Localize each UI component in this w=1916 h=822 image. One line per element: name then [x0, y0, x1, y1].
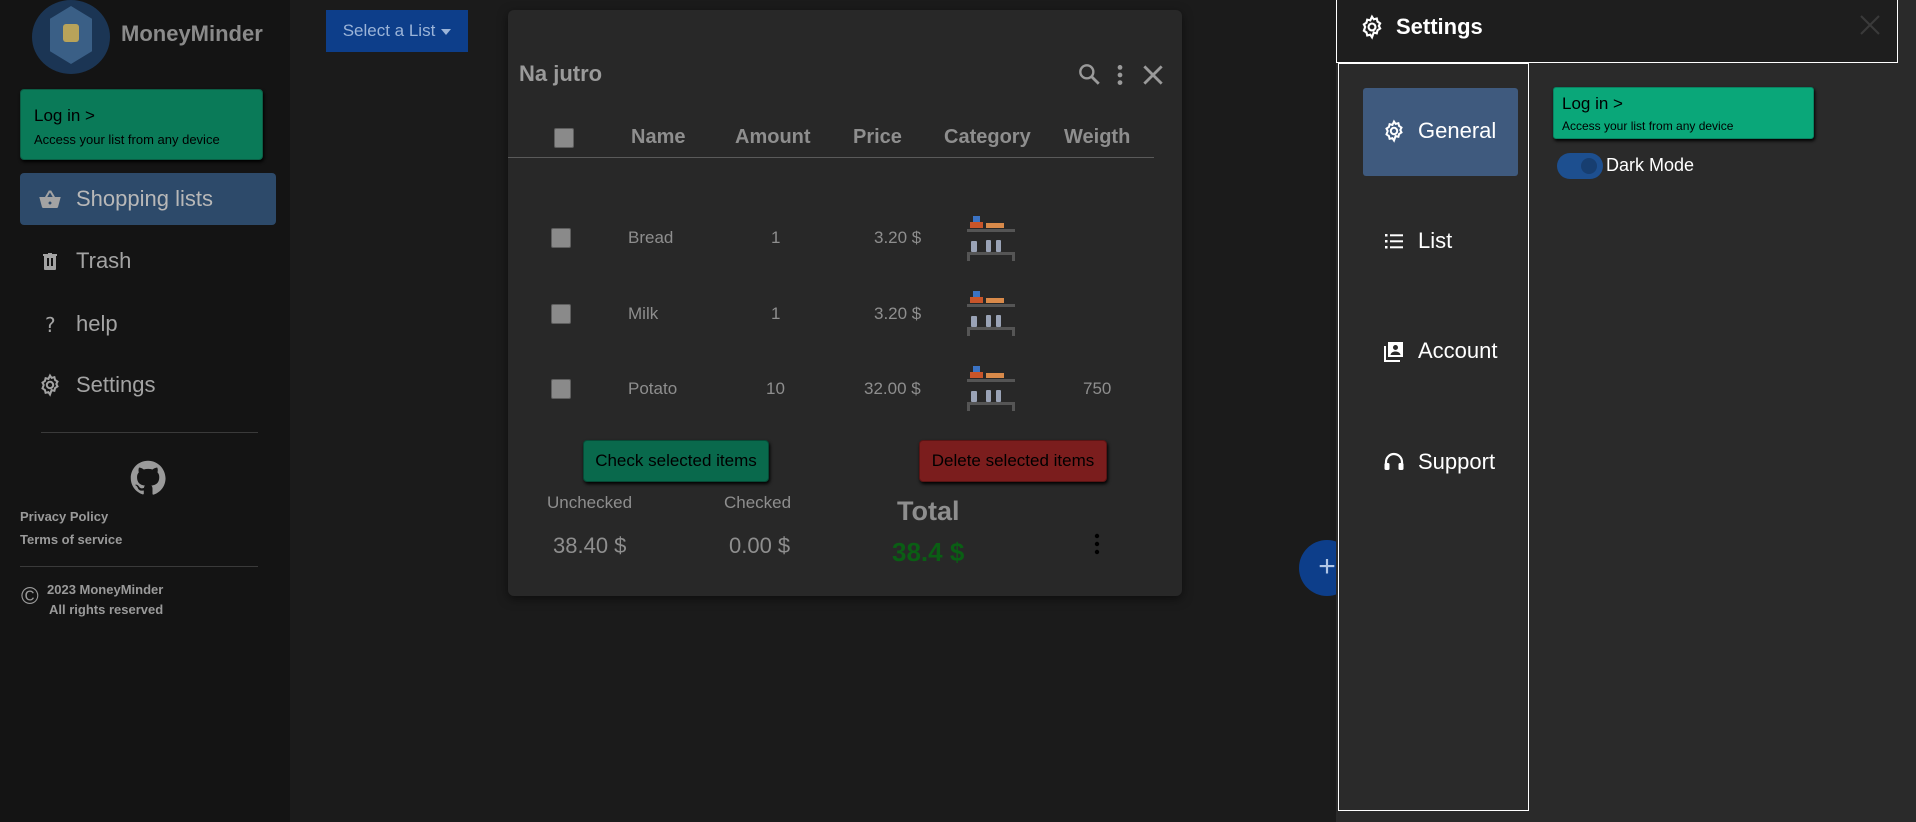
item-amount: 10 [766, 379, 785, 398]
app-title: MoneyMinder [121, 21, 263, 46]
sidebar-item-label: Trash [76, 248, 132, 273]
select-all-checkbox[interactable] [554, 128, 574, 148]
check-selected-button[interactable]: Check selected items [583, 440, 769, 482]
sidebar-item-trash[interactable]: Trash [20, 235, 276, 287]
row-checkbox[interactable] [551, 304, 571, 324]
login-title: Log in > [34, 106, 95, 125]
unchecked-label: Unchecked [547, 493, 633, 512]
total-value: 38.4 $ [892, 537, 965, 567]
item-name[interactable]: Milk [628, 304, 658, 324]
svg-text:?: ? [45, 313, 56, 336]
login-title: Log in > [1562, 94, 1623, 113]
unchecked-value: 38.40 $ [553, 533, 627, 558]
gear-icon [41, 373, 59, 397]
item-price: 32.00 $ [864, 379, 921, 398]
login-subtitle: Access your list from any device [1562, 119, 1734, 133]
grocery-shelf-icon [967, 366, 1015, 411]
total-label: Total [897, 496, 960, 526]
settings-tab-list[interactable]: List [1363, 198, 1518, 286]
close-icon[interactable] [1140, 62, 1166, 88]
item-amount: 1 [771, 228, 781, 247]
settings-tab-label: General [1418, 118, 1497, 143]
sidebar-item-settings[interactable]: Settings [20, 359, 276, 411]
sidebar-item-help[interactable]: ? help [20, 298, 276, 350]
item-price: 3.20 $ [874, 304, 922, 323]
login-subtitle: Access your list from any device [34, 132, 220, 147]
column-header-category[interactable]: Category [944, 126, 1031, 149]
search-icon[interactable] [1076, 61, 1102, 87]
caret-down-icon [441, 29, 452, 35]
copyright-line-2: All rights reserved [49, 602, 164, 617]
sidebar-divider [41, 432, 258, 433]
gear-icon [1385, 119, 1403, 143]
item-weight: 750 [1083, 379, 1112, 398]
settings-tab-account[interactable]: Account [1363, 308, 1518, 396]
checked-label: Checked [724, 493, 792, 512]
dark-mode-toggle[interactable] [1557, 153, 1603, 179]
app-logo [32, 0, 110, 74]
row-checkbox[interactable] [551, 379, 571, 399]
header-divider [508, 157, 1154, 158]
sidebar-item-label: Settings [76, 372, 156, 397]
column-header-weight[interactable]: Weigth [1064, 126, 1130, 149]
terms-of-service-link[interactable]: Terms of service [20, 532, 122, 547]
shopping-list-card: Na jutro Name Amount Price Category Weig… [508, 10, 1182, 596]
select-list-label: Select a List [342, 21, 436, 40]
more-vert-icon[interactable] [1092, 532, 1102, 556]
column-header-name[interactable]: Name [631, 126, 685, 149]
headset-icon [1384, 452, 1404, 470]
basket-icon [39, 190, 61, 208]
grocery-shelf-icon [967, 216, 1015, 261]
settings-tab-label: List [1418, 228, 1453, 253]
sidebar-item-label: help [76, 311, 118, 336]
copyright-line-1: 2023 MoneyMinder [47, 582, 164, 597]
dark-mode-label: Dark Mode [1606, 155, 1695, 175]
more-vert-icon[interactable] [1113, 62, 1127, 88]
settings-tab-label: Account [1418, 338, 1498, 363]
delete-selected-button[interactable]: Delete selected items [919, 440, 1107, 482]
list-title: Na jutro [519, 61, 603, 86]
list-icon [1385, 234, 1403, 249]
question-icon: ? [45, 313, 56, 336]
account-box-icon [1384, 342, 1403, 362]
row-checkbox[interactable] [551, 228, 571, 248]
column-header-price[interactable]: Price [853, 126, 902, 149]
trash-icon [43, 253, 57, 270]
settings-header: Settings [1336, 0, 1898, 63]
settings-login-card[interactable]: Log in > Access your list from any devic… [1553, 87, 1814, 139]
sidebar-divider [20, 566, 258, 567]
copyright-icon: © [21, 583, 39, 610]
item-price: 3.20 $ [874, 228, 922, 247]
close-icon[interactable] [1858, 13, 1882, 37]
sidebar-item-shopping-lists[interactable]: Shopping lists [20, 173, 276, 225]
settings-tab-support[interactable]: Support [1363, 419, 1518, 507]
settings-title: Settings [1396, 14, 1483, 39]
checked-value: 0.00 $ [729, 533, 791, 558]
sidebar: MoneyMinder Log in > Access your list fr… [0, 0, 290, 822]
column-header-amount[interactable]: Amount [735, 126, 811, 149]
grocery-shelf-icon [967, 291, 1015, 336]
github-icon[interactable] [130, 460, 166, 496]
settings-tab-general[interactable]: General [1363, 88, 1518, 176]
settings-tab-label: Support [1418, 449, 1496, 474]
item-name[interactable]: Potato [628, 379, 677, 399]
gear-icon [1362, 14, 1382, 40]
login-card[interactable]: Log in > Access your list from any devic… [20, 89, 263, 160]
select-list-dropdown[interactable]: Select a List [326, 10, 468, 52]
privacy-policy-link[interactable]: Privacy Policy [20, 509, 108, 524]
settings-nav: General List Account Support [1338, 63, 1529, 811]
item-amount: 1 [771, 304, 781, 323]
sidebar-item-label: Shopping lists [76, 186, 213, 211]
item-name[interactable]: Bread [628, 228, 673, 248]
